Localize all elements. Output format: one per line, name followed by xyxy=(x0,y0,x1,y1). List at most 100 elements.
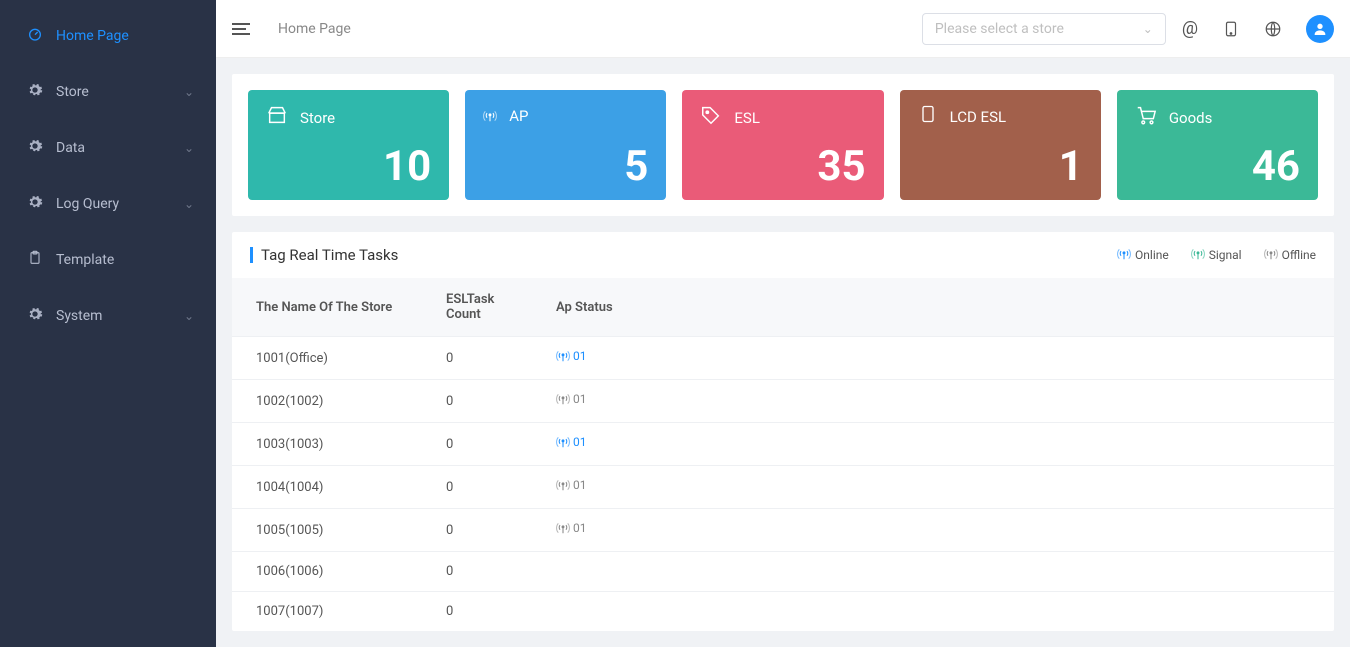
ap-status-tag: 01 xyxy=(556,478,587,492)
antenna-icon xyxy=(1264,247,1278,264)
table-row[interactable]: 1001(Office) 0 01 xyxy=(232,337,1334,380)
legend-signal-label: Signal xyxy=(1209,248,1242,262)
cell-store: 1007(1007) xyxy=(232,592,432,632)
cell-store: 1001(Office) xyxy=(232,337,432,380)
ap-status-tag: 01 xyxy=(556,521,587,535)
cell-store: 1006(1006) xyxy=(232,552,432,592)
store-select[interactable]: Please select a store ⌄ xyxy=(922,13,1166,45)
table-row[interactable]: 1007(1007) 0 xyxy=(232,592,1334,632)
cell-count: 0 xyxy=(432,380,542,423)
stat-label: ESL xyxy=(734,109,760,127)
sidebar-item-label: Log Query xyxy=(56,196,119,212)
stat-value: 10 xyxy=(266,146,431,188)
sidebar-item-label: Home Page xyxy=(56,28,129,44)
gear-icon xyxy=(26,138,44,158)
main: Home Page Please select a store ⌄ @ xyxy=(216,0,1350,647)
stat-value: 46 xyxy=(1135,146,1300,188)
sidebar-item-store[interactable]: Store ⌄ xyxy=(0,64,216,120)
chevron-down-icon: ⌄ xyxy=(184,197,194,211)
legend-offline-label: Offline xyxy=(1282,248,1316,262)
cell-status: 01 xyxy=(542,380,1334,423)
sidebar-item-label: System xyxy=(56,308,102,324)
cell-store: 1002(1002) xyxy=(232,380,432,423)
ap-num: 01 xyxy=(573,392,587,406)
table-row[interactable]: 1005(1005) 0 01 xyxy=(232,509,1334,552)
gear-icon xyxy=(26,306,44,326)
tag-icon xyxy=(700,104,722,131)
clipboard-icon xyxy=(26,250,44,270)
stat-card-goods[interactable]: Goods 46 xyxy=(1117,90,1318,200)
mobile-icon[interactable] xyxy=(1222,20,1240,38)
breadcrumb: Home Page xyxy=(278,21,351,37)
stat-card-esl[interactable]: ESL 35 xyxy=(682,90,883,200)
table-row[interactable]: 1003(1003) 0 01 xyxy=(232,423,1334,466)
ap-num: 01 xyxy=(573,478,587,492)
sidebar-item-template[interactable]: Template xyxy=(0,232,216,288)
antenna-icon xyxy=(483,104,497,128)
table-row[interactable]: 1002(1002) 0 01 xyxy=(232,380,1334,423)
task-header: Tag Real Time Tasks Online Signal Offlin… xyxy=(232,232,1334,278)
cell-status: 01 xyxy=(542,423,1334,466)
ap-status-tag: 01 xyxy=(556,435,587,449)
stat-label: Store xyxy=(300,109,335,127)
cart-icon xyxy=(1135,104,1157,131)
column-status: Ap Status xyxy=(542,278,1334,337)
cell-store: 1005(1005) xyxy=(232,509,432,552)
sidebar-item-label: Store xyxy=(56,84,89,100)
cell-status xyxy=(542,552,1334,592)
store-icon xyxy=(266,104,288,131)
chevron-down-icon: ⌄ xyxy=(184,141,194,155)
ap-status-tag: 01 xyxy=(556,392,587,406)
sidebar-item-log-query[interactable]: Log Query ⌄ xyxy=(0,176,216,232)
store-select-placeholder: Please select a store xyxy=(935,21,1064,37)
task-table: The Name Of The Store ESLTask Count Ap S… xyxy=(232,278,1334,631)
column-store: The Name Of The Store xyxy=(232,278,432,337)
stat-card-ap[interactable]: AP 5 xyxy=(465,90,666,200)
stat-value: 5 xyxy=(483,146,648,188)
stat-card-lcd-esl[interactable]: LCD ESL 1 xyxy=(900,90,1101,200)
globe-icon[interactable] xyxy=(1264,20,1282,38)
task-title: Tag Real Time Tasks xyxy=(250,246,398,264)
sidebar-item-label: Data xyxy=(56,140,85,156)
cell-count: 0 xyxy=(432,592,542,632)
sidebar-item-data[interactable]: Data ⌄ xyxy=(0,120,216,176)
stats-panel: Store 10 AP 5 ESL 35 LCD ESL 1 Goods 46 xyxy=(232,74,1334,216)
sidebar-item-home-page[interactable]: Home Page xyxy=(0,8,216,64)
table-row[interactable]: 1006(1006) 0 xyxy=(232,552,1334,592)
cell-status: 01 xyxy=(542,509,1334,552)
stat-label: AP xyxy=(509,107,528,125)
antenna-icon xyxy=(1191,247,1205,264)
task-panel: Tag Real Time Tasks Online Signal Offlin… xyxy=(232,232,1334,631)
dashboard-icon xyxy=(26,26,44,46)
stat-card-store[interactable]: Store 10 xyxy=(248,90,449,200)
stat-label: LCD ESL xyxy=(950,108,1006,126)
legend-offline: Offline xyxy=(1264,247,1316,264)
content: Store 10 AP 5 ESL 35 LCD ESL 1 Goods 46 … xyxy=(216,58,1350,647)
gear-icon xyxy=(26,82,44,102)
phone-icon xyxy=(918,104,938,129)
task-legend: Online Signal Offline xyxy=(1117,247,1316,264)
legend-online: Online xyxy=(1117,247,1169,264)
cell-store: 1004(1004) xyxy=(232,466,432,509)
menu-toggle-button[interactable] xyxy=(232,23,256,35)
table-row[interactable]: 1004(1004) 0 01 xyxy=(232,466,1334,509)
sidebar-item-system[interactable]: System ⌄ xyxy=(0,288,216,344)
ap-num: 01 xyxy=(573,349,587,363)
sidebar: Home Page Store ⌄ Data ⌄ Log Query ⌄ Tem… xyxy=(0,0,216,647)
at-icon[interactable]: @ xyxy=(1182,18,1198,39)
cell-status xyxy=(542,592,1334,632)
avatar[interactable] xyxy=(1306,15,1334,43)
cell-count: 0 xyxy=(432,423,542,466)
gear-icon xyxy=(26,194,44,214)
cell-status: 01 xyxy=(542,337,1334,380)
cell-store: 1003(1003) xyxy=(232,423,432,466)
topbar-icons: @ xyxy=(1182,15,1334,43)
antenna-icon xyxy=(1117,247,1131,264)
cell-status: 01 xyxy=(542,466,1334,509)
cell-count: 0 xyxy=(432,552,542,592)
stat-value: 35 xyxy=(700,146,865,188)
ap-status-tag: 01 xyxy=(556,349,587,363)
legend-signal: Signal xyxy=(1191,247,1242,264)
column-count: ESLTask Count xyxy=(432,278,542,337)
sidebar-item-label: Template xyxy=(56,252,114,268)
